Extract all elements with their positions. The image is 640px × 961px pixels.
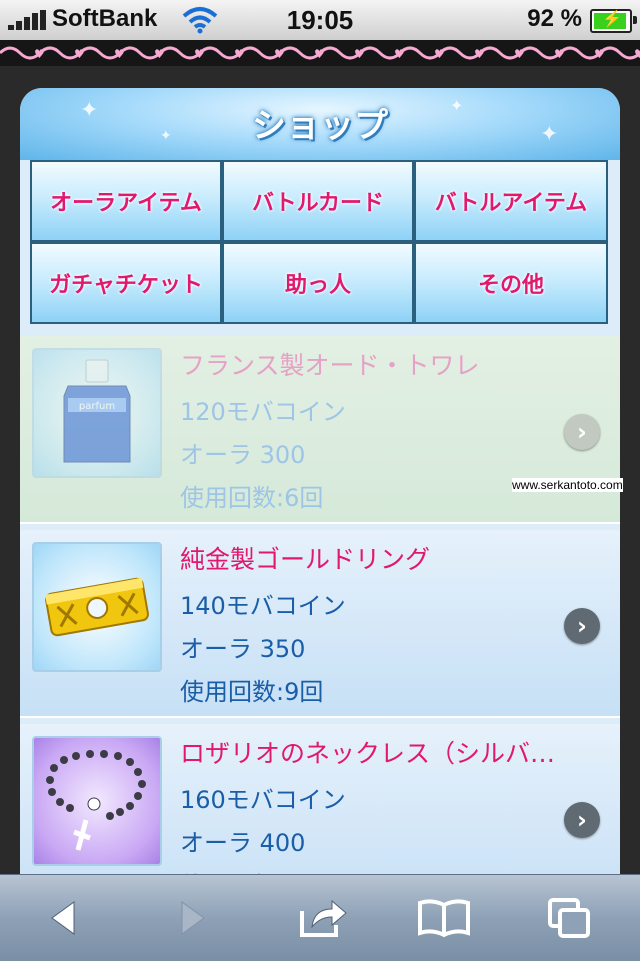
category-helpers[interactable]: 助っ人 [224,244,412,322]
category-battle-cards[interactable]: バトルカード [224,162,412,240]
bookmarks-icon [418,899,470,938]
bottle-label: parfum [79,401,115,412]
item-name: 純金製ゴールドリング [180,545,431,574]
item-thumbnail [32,542,162,672]
item-name: ロザリオのネックレス（シルバ… [180,739,556,768]
item-price: 120モバコイン [180,398,346,426]
battery-icon: ⚡ [590,9,637,33]
share-icon [300,899,347,937]
page-title: ショップ [252,106,388,146]
item-aura: オーラ 300 [180,441,306,469]
chevron-right-icon[interactable]: › [564,608,600,644]
item-uses: 使用回数:9回 [180,678,324,706]
battery-tip [633,16,637,24]
share-button[interactable] [284,889,364,947]
rosary-necklace-icon [46,750,146,851]
item-uses: 使用回数:6回 [180,484,324,512]
charging-bolt-icon: ⚡ [602,11,622,28]
item-thumbnail: parfum [32,348,162,478]
list-item[interactable]: parfum フランス製オード・トワレ 120モバコイン オーラ 300 使用回… [20,336,620,522]
chevron-right-icon[interactable]: › [564,802,600,838]
tabs-icon [548,898,590,938]
decorative-ribbon: ♥ ♥ ♥ ♥ ♥ ♥ ♥ ♥ ♥ ♥ ♥ ♥ ♥ ♥ ♥ ♥ [0,40,640,66]
divider [20,716,620,718]
gold-ring-icon [45,577,149,637]
category-other[interactable]: その他 [416,244,606,322]
svg-text:♥: ♥ [634,47,640,61]
item-uses: 使用回数:12回 [180,866,339,874]
chevron-right-icon[interactable]: › [564,414,600,450]
list-item[interactable]: 純金製ゴールドリング 140モバコイン オーラ 350 使用回数:9回 › [20,530,620,716]
tabs-button[interactable] [530,889,610,947]
category-aura-items[interactable]: オーラアイテム [32,162,220,240]
bookmarks-button[interactable] [404,889,484,947]
item-name: フランス製オード・トワレ [180,351,480,380]
item-price: 160モバコイン [180,786,346,814]
watermark-text: www.serkantoto.com [512,478,623,492]
web-page: ✦ ✦ ✦ ✦ ショップ オーラアイテム バトルカード バトルアイテム ガチャチ… [0,66,640,874]
forward-icon [181,901,205,935]
category-grid: オーラアイテム バトルカード バトルアイテム ガチャチケット 助っ人 その他 [30,160,608,324]
back-icon [51,901,75,935]
status-bar: SoftBank 19:05 92 % ⚡ [0,0,640,41]
category-gacha-tickets[interactable]: ガチャチケット [32,244,220,322]
divider [20,522,620,524]
item-thumbnail [32,736,162,866]
perfume-bottle-icon: parfum [63,359,131,463]
browser-toolbar [0,874,640,961]
battery-percentage: 92 % [527,5,582,32]
item-aura: オーラ 350 [180,635,306,663]
item-aura: オーラ 400 [180,829,306,857]
category-battle-items[interactable]: バトルアイテム [416,162,606,240]
list-item[interactable]: ロザリオのネックレス（シルバ… 160モバコイン オーラ 400 使用回数:12… [20,724,620,874]
back-button[interactable] [24,889,104,947]
shop-header: ✦ ✦ ✦ ✦ ショップ [20,88,620,160]
item-price: 140モバコイン [180,592,346,620]
forward-button[interactable] [152,889,232,947]
